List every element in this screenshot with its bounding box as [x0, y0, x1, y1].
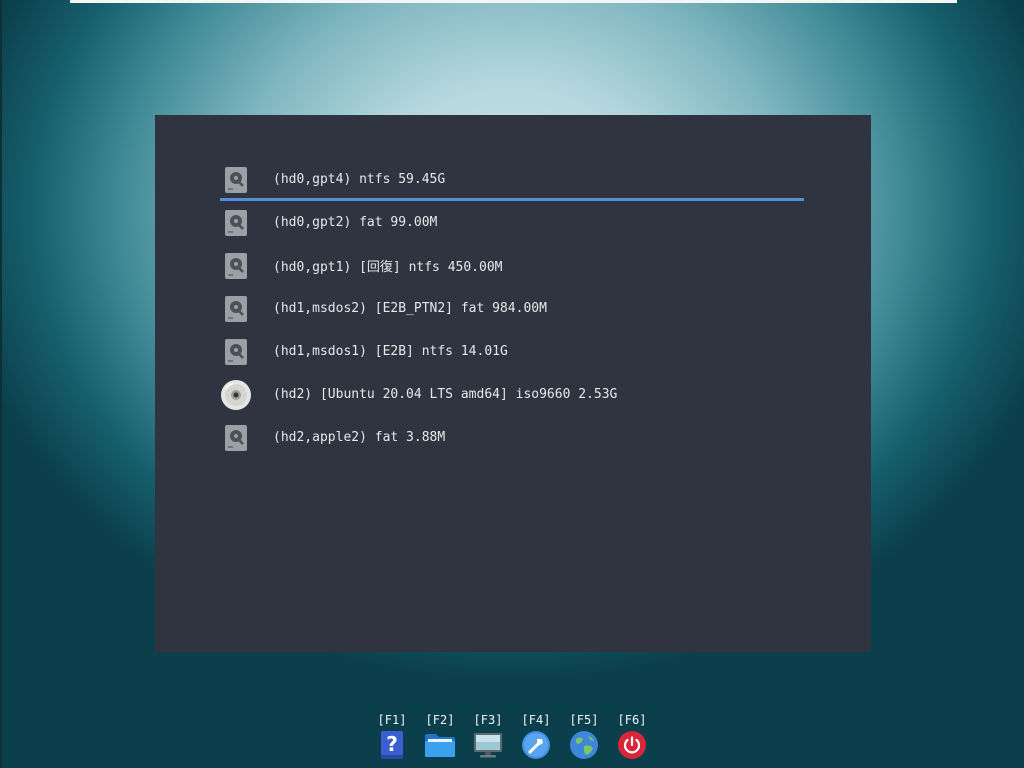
hotkey-f1-help[interactable]: [F1] ?	[368, 712, 416, 764]
hotkey-label: [F6]	[617, 713, 647, 727]
hard-disk-icon	[220, 336, 252, 368]
menu-entry-label: (hd0,gpt1) [回復] ntfs 450.00M	[273, 260, 503, 275]
menu-entry-label: (hd2) [Ubuntu 20.04 LTS amd64] iso9660 2…	[273, 387, 618, 402]
display-icon	[472, 729, 504, 761]
hard-disk-icon	[220, 293, 252, 325]
hotkey-label: [F4]	[521, 713, 551, 727]
boot-menu-panel: (hd0,gpt4) ntfs 59.45G (hd0,gpt2) fat 99…	[155, 115, 871, 652]
hard-disk-icon	[220, 164, 252, 196]
folder-icon	[424, 729, 456, 761]
hard-disk-icon	[220, 207, 252, 239]
screen-left-edge	[0, 0, 2, 768]
hotkey-f6-power[interactable]: [F6]	[608, 712, 656, 764]
menu-entry-label: (hd0,gpt4) ntfs 59.45G	[273, 172, 446, 187]
hotkey-label: [F3]	[473, 713, 503, 727]
hotkey-bar: [F1] ? [F2] [F3] [F4] [F5] [F6]	[368, 712, 656, 764]
menu-entry-hd0-gpt2[interactable]: (hd0,gpt2) fat 99.00M	[220, 201, 804, 244]
globe-icon	[568, 729, 600, 761]
hotkey-f5-network[interactable]: [F5]	[560, 712, 608, 764]
menu-entry-hd1-msdos1[interactable]: (hd1,msdos1) [E2B] ntfs 14.01G	[220, 330, 804, 373]
hotkey-f4-settings[interactable]: [F4]	[512, 712, 560, 764]
boot-menu-list: (hd0,gpt4) ntfs 59.45G (hd0,gpt2) fat 99…	[220, 158, 804, 459]
menu-entry-label: (hd0,gpt2) fat 99.00M	[273, 215, 438, 230]
menu-entry-label: (hd1,msdos1) [E2B] ntfs 14.01G	[273, 344, 508, 359]
menu-entry-hd2-apple2[interactable]: (hd2,apple2) fat 3.88M	[220, 416, 804, 459]
top-bar	[70, 0, 957, 3]
hard-disk-icon	[220, 422, 252, 454]
menu-entry-label: (hd1,msdos2) [E2B_PTN2] fat 984.00M	[273, 301, 547, 316]
svg-text:?: ?	[386, 732, 398, 756]
settings-wrench-icon	[520, 729, 552, 761]
hard-disk-icon	[220, 250, 252, 282]
hotkey-label: [F2]	[425, 713, 455, 727]
help-icon: ?	[376, 729, 408, 761]
menu-entry-hd0-gpt4[interactable]: (hd0,gpt4) ntfs 59.45G	[220, 158, 804, 201]
power-icon	[616, 729, 648, 761]
optical-disc-icon	[220, 379, 252, 411]
hotkey-label: [F5]	[569, 713, 599, 727]
menu-entry-hd1-msdos2[interactable]: (hd1,msdos2) [E2B_PTN2] fat 984.00M	[220, 287, 804, 330]
hotkey-f2-files[interactable]: [F2]	[416, 712, 464, 764]
menu-entry-hd0-gpt1[interactable]: (hd0,gpt1) [回復] ntfs 450.00M	[220, 244, 804, 287]
menu-entry-label: (hd2,apple2) fat 3.88M	[273, 430, 446, 445]
menu-entry-hd2-ubuntu[interactable]: (hd2) [Ubuntu 20.04 LTS amd64] iso9660 2…	[220, 373, 804, 416]
hotkey-label: [F1]	[377, 713, 407, 727]
hotkey-f3-display[interactable]: [F3]	[464, 712, 512, 764]
